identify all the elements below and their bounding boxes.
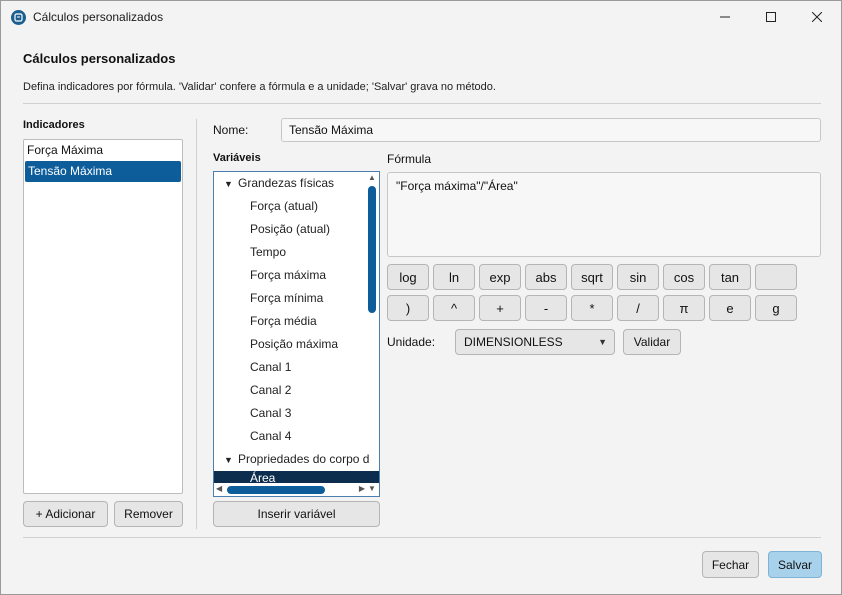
window-title: Cálculos personalizados <box>33 10 164 24</box>
close-icon <box>812 12 822 22</box>
expand-triangle-icon[interactable]: ▼ <box>224 449 238 472</box>
tree-item[interactable]: Força média <box>214 310 379 333</box>
scroll-down-icon[interactable]: ▼ <box>368 484 376 493</box>
indicators-label: Indicadores <box>23 119 85 131</box>
tree-item[interactable]: Canal 4 <box>214 425 379 448</box>
close-dialog-button[interactable]: Fechar <box>702 551 759 578</box>
tree-item[interactable]: Canal 1 <box>214 356 379 379</box>
validate-button[interactable]: Validar <box>623 329 681 355</box>
vertical-scrollbar[interactable]: ▲ ▼ <box>366 173 378 493</box>
operator-button-ln[interactable]: ln <box>433 264 475 290</box>
maximize-button[interactable] <box>748 1 794 33</box>
scroll-up-icon[interactable]: ▲ <box>368 173 376 182</box>
operator-button-cos[interactable]: cos <box>663 264 705 290</box>
operator-button-sqrt[interactable]: sqrt <box>571 264 613 290</box>
dialog-window: Cálculos personalizados Cálculos persona… <box>0 0 842 595</box>
operator-button-log[interactable]: log <box>387 264 429 290</box>
app-icon <box>11 10 26 25</box>
operator-button-g[interactable]: g <box>755 295 797 321</box>
operator-button-plus[interactable]: + <box>479 295 521 321</box>
page-description: Defina indicadores por fórmula. 'Validar… <box>23 81 496 93</box>
tree-item[interactable]: Tempo <box>214 241 379 264</box>
minimize-button[interactable] <box>702 1 748 33</box>
name-field[interactable]: Tensão Máxima <box>281 118 821 142</box>
operator-button-minus[interactable]: - <box>525 295 567 321</box>
formula-label: Fórmula <box>387 152 432 166</box>
tree-item[interactable]: Posição máxima <box>214 333 379 356</box>
operator-button-sin[interactable]: sin <box>617 264 659 290</box>
list-item[interactable]: Força Máxima <box>24 140 182 161</box>
variables-tree[interactable]: ▼ Grandezas físicas Força (atual) Posição… <box>213 171 380 497</box>
tree-item[interactable]: Força mínima <box>214 287 379 310</box>
unit-label: Unidade: <box>387 335 436 349</box>
operator-button-exp[interactable]: exp <box>479 264 521 290</box>
minimize-icon <box>720 16 730 18</box>
dialog-content: Cálculos personalizados Defina indicador… <box>2 33 840 594</box>
operator-button-pi[interactable]: π <box>663 295 705 321</box>
formula-editor[interactable]: "Força máxima"/"Área" <box>387 172 821 257</box>
panel-divider <box>196 119 197 529</box>
header-divider <box>23 103 821 104</box>
expand-triangle-icon[interactable]: ▼ <box>224 173 238 196</box>
vertical-scroll-thumb[interactable] <box>368 186 376 313</box>
operator-button-multiply[interactable]: * <box>571 295 613 321</box>
operator-button-tan[interactable]: tan <box>709 264 751 290</box>
operator-button-e[interactable]: e <box>709 295 751 321</box>
scroll-right-icon[interactable]: ▶ <box>359 484 365 493</box>
unit-select[interactable]: DIMENSIONLESS ▼ <box>455 329 615 355</box>
close-button[interactable] <box>794 1 840 33</box>
tree-item[interactable]: Posição (atual) <box>214 218 379 241</box>
variables-label: Variáveis <box>213 152 261 164</box>
operator-button-abs[interactable]: abs <box>525 264 567 290</box>
unit-select-value: DIMENSIONLESS <box>464 335 563 349</box>
tree-item[interactable]: Força máxima <box>214 264 379 287</box>
horizontal-scrollbar[interactable]: ◀ ▶ <box>215 483 367 495</box>
list-item-selected[interactable]: Tensão Máxima <box>25 161 181 182</box>
tree-item[interactable]: Canal 2 <box>214 379 379 402</box>
name-label: Nome: <box>213 123 249 137</box>
insert-variable-button[interactable]: Inserir variável <box>213 501 380 527</box>
operator-button-close-paren[interactable]: ) <box>387 295 429 321</box>
footer-divider <box>23 537 821 538</box>
tree-group[interactable]: ▼ Propriedades do corpo d <box>214 448 379 471</box>
horizontal-scroll-thumb[interactable] <box>227 486 325 494</box>
maximize-icon <box>766 12 776 22</box>
operator-button-divide[interactable]: / <box>617 295 659 321</box>
scroll-left-icon[interactable]: ◀ <box>216 484 222 493</box>
operator-button-power[interactable]: ^ <box>433 295 475 321</box>
tree-group[interactable]: ▼ Grandezas físicas <box>214 172 379 195</box>
tree-item[interactable]: Canal 3 <box>214 402 379 425</box>
tree-item-selected[interactable]: Área <box>214 471 379 483</box>
title-bar: Cálculos personalizados <box>1 1 841 33</box>
remove-indicator-button[interactable]: Remover <box>114 501 183 527</box>
add-indicator-button[interactable]: + Adicionar <box>23 501 108 527</box>
tree-item[interactable]: Força (atual) <box>214 195 379 218</box>
operator-button-open-paren[interactable] <box>755 264 797 290</box>
save-button[interactable]: Salvar <box>768 551 822 578</box>
indicators-list[interactable]: Força Máxima Tensão Máxima <box>23 139 183 494</box>
page-title: Cálculos personalizados <box>23 51 176 66</box>
chevron-down-icon: ▼ <box>598 337 607 347</box>
